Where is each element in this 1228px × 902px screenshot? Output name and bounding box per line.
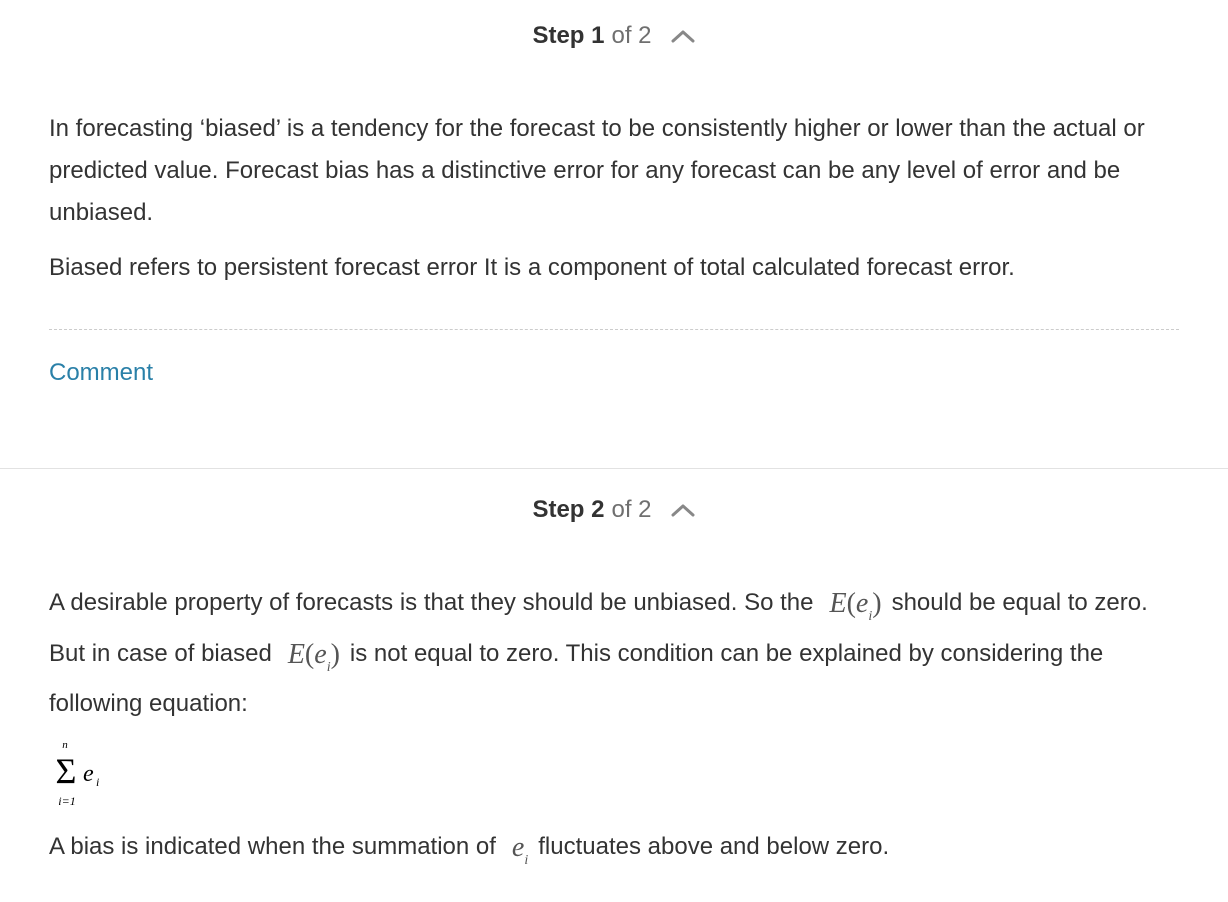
- sum-lower-limit: i=1: [58, 794, 75, 808]
- step-count: of 2: [611, 496, 652, 523]
- section-divider: [49, 329, 1179, 330]
- math-func: E: [287, 639, 305, 670]
- step-number: 2: [591, 496, 605, 523]
- math-var: e: [314, 639, 327, 670]
- math-sub: i: [868, 609, 873, 624]
- math-sub: i: [524, 853, 529, 868]
- sum-term: e: [83, 761, 94, 787]
- step-1-header[interactable]: Step 1 of 2: [0, 21, 1228, 51]
- chevron-up-icon[interactable]: [670, 28, 696, 44]
- expectation-formula: E(ei): [829, 588, 882, 624]
- math-var: e: [511, 832, 525, 863]
- sigma-symbol: Σ: [56, 751, 76, 791]
- step-word: Step: [532, 22, 585, 49]
- math-var: e: [855, 588, 869, 619]
- step-1-paragraph-1: In forecasting ‘biased’ is a tendency fo…: [49, 115, 1145, 226]
- step-1-title: Step 1 of 2: [532, 21, 651, 51]
- chevron-up-icon[interactable]: [670, 502, 696, 518]
- step-separator: [0, 468, 1228, 469]
- expectation-formula: E(ei): [287, 639, 340, 675]
- error-term: ei: [512, 827, 528, 874]
- step-count: of 2: [611, 22, 652, 49]
- sum-term-sub: i: [96, 775, 99, 789]
- step-word: Step: [532, 496, 585, 523]
- step-1-paragraph-2: Biased refers to persistent forecast err…: [49, 254, 1015, 281]
- step-number: 1: [591, 22, 605, 49]
- math-func: E: [829, 588, 847, 619]
- sum-upper-limit: n: [62, 739, 68, 751]
- math-sub: i: [326, 660, 331, 675]
- step-2-paragraph-1: A desirable property of forecasts is tha…: [49, 579, 1189, 727]
- text-run: A bias is indicated when the summation o…: [49, 833, 496, 860]
- text-run: A desirable property of forecasts is tha…: [49, 589, 814, 616]
- text-run: fluctuates above and below zero.: [538, 833, 890, 860]
- summation-equation: n Σ e i i=1: [56, 739, 99, 808]
- step-1-label: Step 1: [532, 21, 604, 51]
- step-2-title: Step 2 of 2: [532, 495, 651, 525]
- step-2-header[interactable]: Step 2 of 2: [0, 495, 1228, 525]
- comment-link[interactable]: Comment: [49, 358, 153, 388]
- step-2-label: Step 2: [532, 495, 604, 525]
- step-2-paragraph-2: A bias is indicated when the summation o…: [49, 825, 1189, 872]
